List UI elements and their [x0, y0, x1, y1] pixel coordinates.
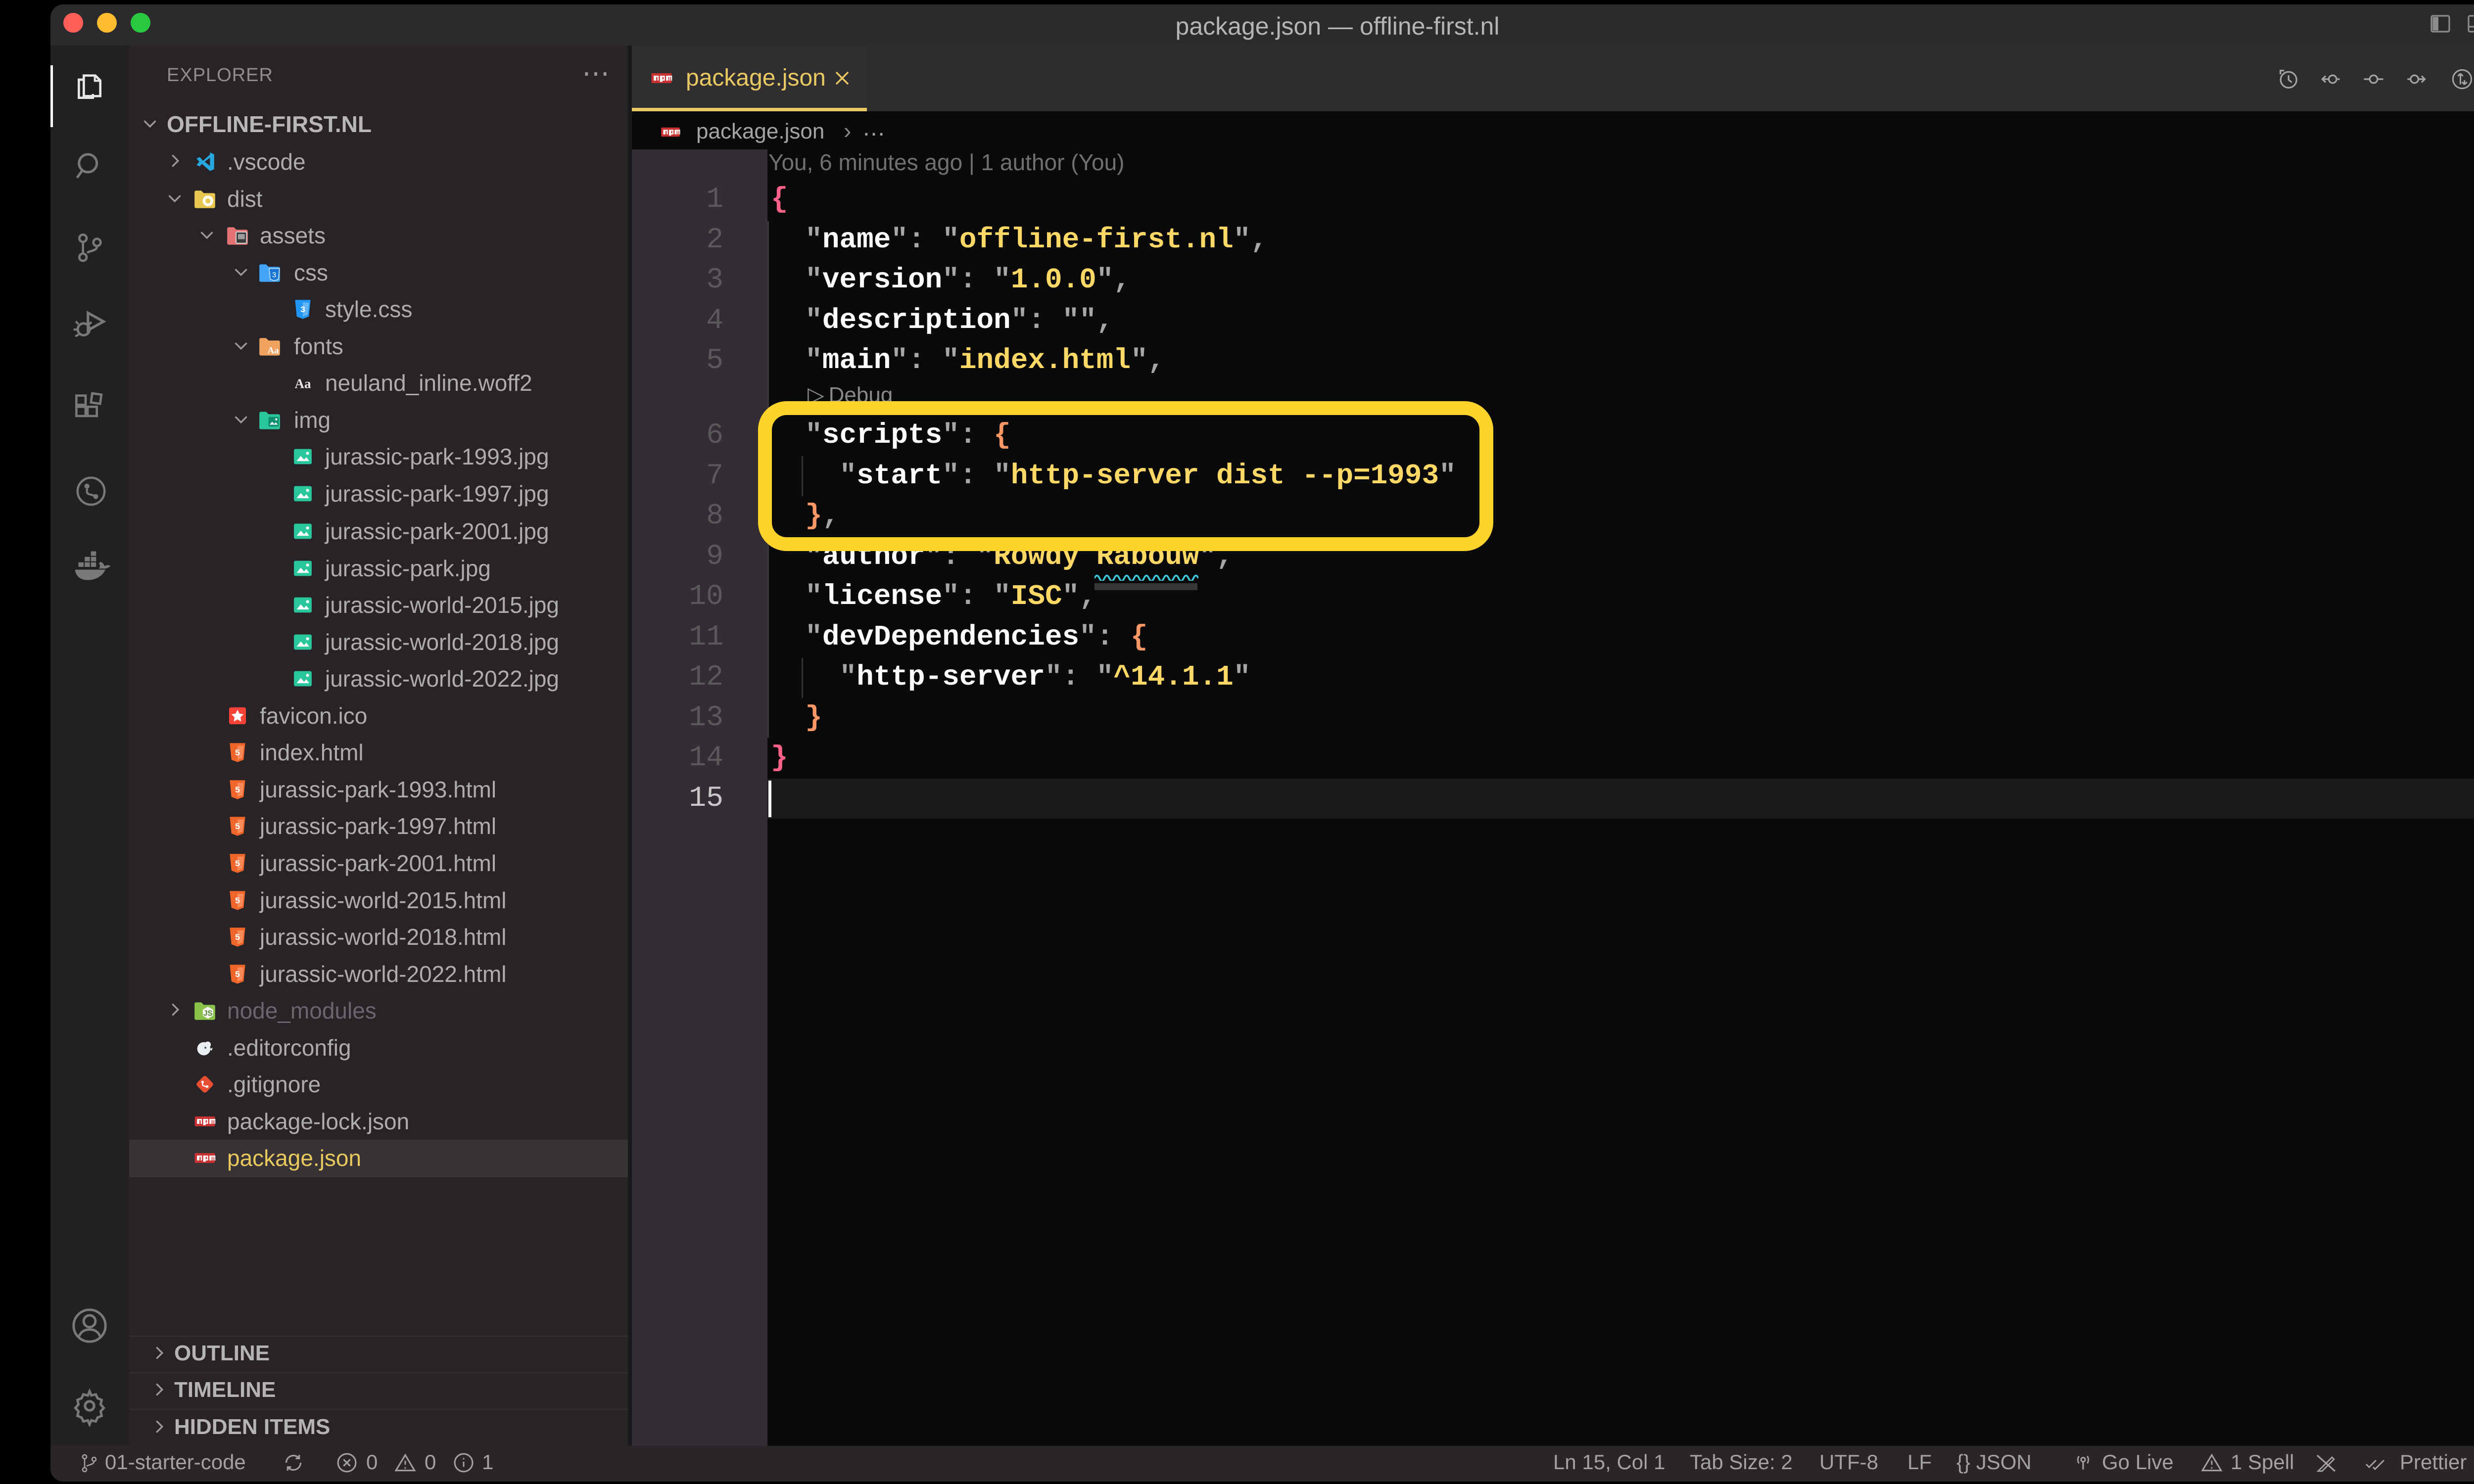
svg-text:Aa: Aa	[294, 376, 311, 391]
svg-text:5: 5	[235, 786, 240, 795]
svg-text:5: 5	[235, 896, 240, 906]
svg-text:3: 3	[300, 305, 306, 315]
svg-text:5: 5	[235, 822, 240, 832]
svg-text:Aa: Aa	[268, 346, 280, 356]
svg-text:5: 5	[235, 970, 240, 980]
svg-text:5: 5	[235, 859, 240, 869]
svg-text:5: 5	[235, 933, 240, 943]
svg-text:5: 5	[235, 748, 240, 758]
svg-text:JS: JS	[203, 1009, 213, 1018]
svg-text:3: 3	[272, 272, 276, 279]
